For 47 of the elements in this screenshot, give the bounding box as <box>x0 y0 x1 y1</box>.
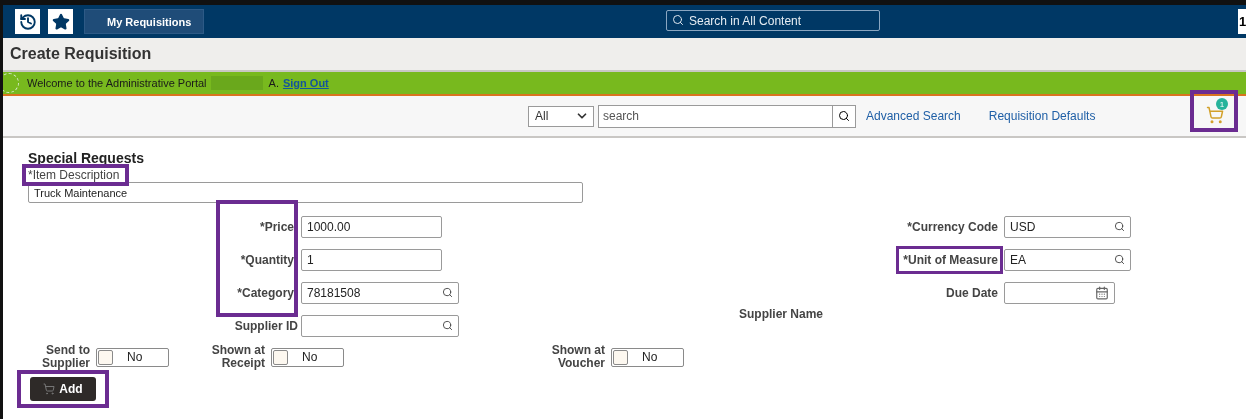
field-label: *Category <box>237 285 294 300</box>
welcome-text: Welcome to the Administrative Portal <box>27 77 207 89</box>
search-field[interactable]: search <box>598 104 832 128</box>
favorites-button[interactable] <box>48 9 73 34</box>
section-title: Special Requests <box>28 150 145 166</box>
input-field[interactable] <box>301 314 459 337</box>
header-button[interactable]: 1 <box>1238 9 1246 34</box>
search-icon <box>672 14 684 26</box>
user-initial: A. <box>268 77 279 89</box>
input-field[interactable]: Truck Maintenance <box>28 182 583 203</box>
toggle-switch[interactable]: No <box>271 347 344 367</box>
search-icon[interactable] <box>442 287 453 298</box>
toggle-switch[interactable]: No <box>96 347 169 367</box>
field-label: *Quantity <box>240 252 294 267</box>
recent-history-button[interactable] <box>15 9 40 34</box>
field-label: *Price <box>259 219 294 234</box>
toggle-label: Shown at Voucher <box>550 344 605 370</box>
input-field[interactable]: EA <box>1004 248 1131 271</box>
search-field[interactable]: Search in All Content <box>666 10 880 31</box>
search-icon[interactable] <box>1114 221 1125 232</box>
page-title: Create Requisition <box>10 45 152 63</box>
back-button[interactable]: My Requisitions <box>84 9 205 34</box>
input-field[interactable]: 1 <box>301 248 442 271</box>
calendar-icon[interactable] <box>1095 285 1109 300</box>
input-field[interactable]: 1000.00 <box>301 215 442 238</box>
input-field[interactable]: USD <box>1004 215 1131 238</box>
search-icon[interactable] <box>1114 254 1125 265</box>
field-label: Supplier Name <box>739 307 824 321</box>
toggle-label: Shown at Receipt <box>210 344 265 370</box>
scope-dropdown[interactable]: All <box>528 105 594 127</box>
input-field[interactable] <box>1004 281 1115 304</box>
cart-icon <box>43 383 56 395</box>
field-label: *Item Description <box>27 168 121 182</box>
toggle-switch[interactable]: No <box>611 347 684 367</box>
toggle-label: Send to Supplier <box>41 344 90 370</box>
field-label: *Currency Code <box>907 219 998 234</box>
cart-count-badge: 1 <box>1216 98 1228 110</box>
field-label: Due Date <box>946 285 998 300</box>
toolbar-link[interactable]: Advanced Search <box>866 109 961 123</box>
field-label: *Unit of Measure <box>903 252 998 267</box>
search-button[interactable] <box>832 104 856 128</box>
toolbar-link[interactable]: Requisition Defaults <box>988 109 1096 123</box>
search-icon[interactable] <box>442 320 453 331</box>
field-label: Supplier ID <box>234 318 298 333</box>
search-icon <box>838 110 850 122</box>
input-field[interactable]: 78181508 <box>301 281 459 304</box>
add-button[interactable]: Add <box>30 377 96 401</box>
